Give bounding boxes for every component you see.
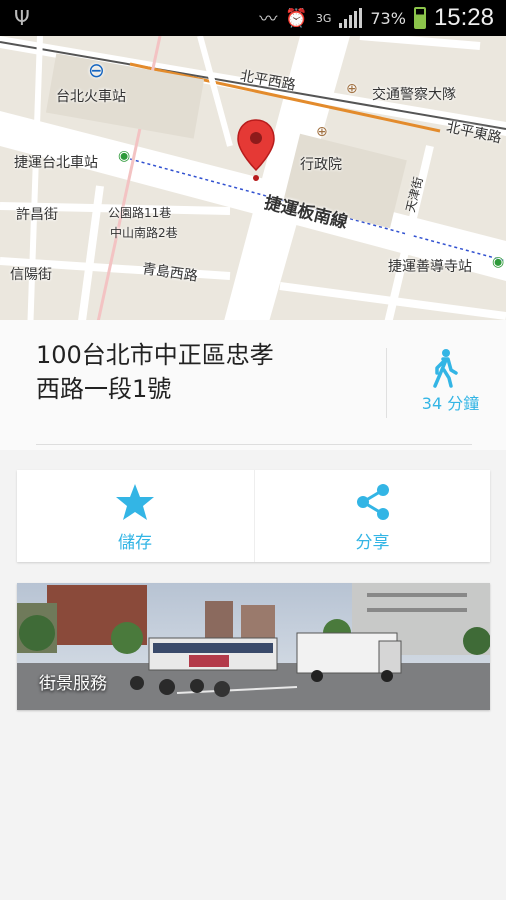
battery-percent: 73% [370, 8, 406, 28]
government-icon: ⊕ [316, 124, 328, 140]
map-label-xuchang: 許昌街 [16, 207, 58, 223]
street-view-label: 街景服務 [39, 674, 107, 694]
address-line-2: 西路一段1號 [36, 375, 172, 403]
walk-duration: 34 分鐘 [421, 394, 480, 413]
museum-icon: ⊕ [346, 81, 358, 97]
save-label: 儲存 [118, 533, 152, 553]
location-pin-icon[interactable] [236, 118, 276, 182]
map-label-gongyuan: 公園路11巷 [108, 206, 172, 220]
walking-person-icon [433, 349, 458, 388]
battery-icon [413, 7, 426, 29]
alarm-icon: ⏰ [285, 7, 308, 29]
share-button[interactable]: 分享 [254, 470, 490, 562]
status-bar: Ψ 〰 ⏰ 3G 73% 15:28 [0, 0, 506, 36]
street-view-card[interactable]: 街景服務 [17, 583, 490, 710]
mrt-icon: ◉ [118, 148, 131, 164]
map-label-xinyang: 信陽街 [10, 267, 52, 283]
station-marker-icon: ⊖ [88, 58, 105, 82]
map-view[interactable]: ⊖ 台北火車站 北平西路 ⊕ 交通警察大隊 北平東路 捷運台北車站 ◉ ⊕ 行政… [0, 36, 506, 336]
mrt-shandao-icon: ◉ [492, 254, 505, 270]
action-bar: 儲存 分享 [17, 470, 490, 562]
map-label-mrt-taipei: 捷運台北車站 [14, 155, 98, 171]
network-type: 3G [315, 11, 332, 25]
walking-directions-button[interactable]: 34 分鐘 [386, 348, 506, 418]
vibrate-icon: 〰 [259, 9, 278, 30]
address-card: 100台北市中正區忠孝 西路一段1號 34 分鐘 [0, 320, 506, 450]
address-line-1: 100台北市中正區忠孝 [36, 341, 274, 369]
usb-icon: Ψ [14, 6, 30, 30]
share-label: 分享 [355, 533, 390, 553]
star-icon [116, 484, 154, 520]
address-text: 100台北市中正區忠孝 西路一段1號 [36, 338, 346, 406]
map-label-station: 台北火車站 [56, 89, 126, 105]
map-label-traffic-police: 交通警察大隊 [372, 87, 456, 103]
clock: 15:28 [433, 4, 494, 31]
map-label-zhongshan-s: 中山南路2巷 [110, 226, 178, 240]
map-label-mrt-shandao: 捷運善導寺站 [388, 259, 472, 275]
map-label-executive-yuan: 行政院 [300, 157, 342, 173]
divider [36, 444, 472, 445]
save-button[interactable]: 儲存 [17, 470, 253, 562]
signal-icon [339, 8, 363, 28]
share-icon [356, 484, 389, 520]
